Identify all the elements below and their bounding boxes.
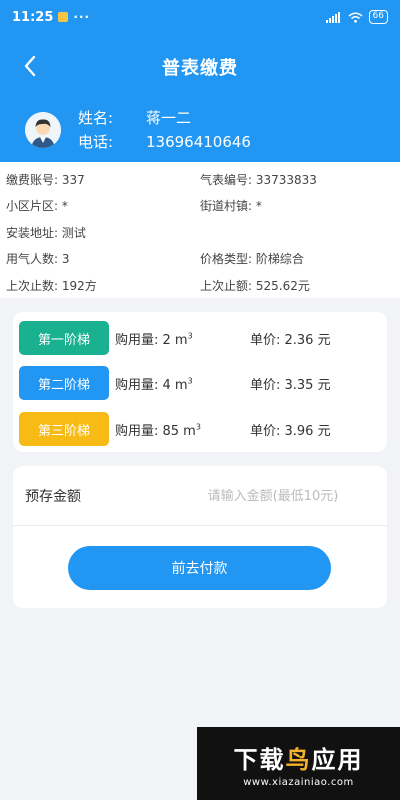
tier-2-unit-sup: 3 [187, 376, 193, 386]
tier-3-amount: 购用量: 85 m3 [115, 420, 201, 439]
signal-icon [325, 11, 340, 23]
tier-1-price: 单价: 2.36 元 [250, 332, 331, 348]
more-notifications-icon: ··· [73, 10, 91, 24]
info-district: 小区片区: * [6, 199, 68, 214]
name-label: 姓名: [78, 109, 114, 127]
page-title: 普表缴费 [162, 58, 238, 79]
user-name-row: 姓名: 蒋一二 [78, 106, 251, 130]
watermark-text-a: 下载 [233, 745, 286, 774]
tier-row-3: 第三阶梯 购用量: 85 m3 单价: 3.96 元 [13, 406, 387, 452]
info-meter-number: 气表编号: 33733833 [200, 172, 317, 187]
info-last-reading: 上次止数: 192方 [6, 278, 97, 293]
phone-label: 电话: [78, 133, 114, 151]
pay-button[interactable]: 前去付款 [68, 546, 331, 590]
tier-3-unit-sup: 3 [195, 422, 201, 432]
deposit-amount-input[interactable] [173, 481, 373, 511]
account-info: 缴费账号: 337 气表编号: 33733833 小区片区: * 街道村镇: *… [0, 162, 400, 298]
battery-icon: 66 [368, 10, 388, 24]
status-time: 11:25 [12, 9, 54, 25]
watermark-text-c: 应用 [311, 745, 364, 774]
info-row: 用气人数: 3 价格类型: 阶梯综合 [0, 246, 400, 273]
user-phone: 13696410646 [146, 133, 251, 151]
tier-1-amount-text: 购用量: 2 m [115, 332, 188, 348]
payment-form: 预存金额 前去付款 [13, 466, 387, 608]
info-row: 小区片区: * 街道村镇: * [0, 193, 400, 220]
wifi-icon [348, 12, 363, 23]
avatar [25, 112, 61, 148]
tier-2-badge: 第二阶梯 [19, 366, 109, 400]
price-tier-card: 第一阶梯 购用量: 2 m3 单价: 2.36 元 第二阶梯 购用量: 4 m3… [13, 312, 387, 452]
info-row: 上次止数: 192方 上次止额: 525.62元 [0, 272, 400, 299]
info-account-number: 缴费账号: 337 [6, 172, 85, 187]
notification-app-icon [58, 12, 69, 22]
tier-1-unit-sup: 3 [187, 331, 193, 341]
header-bar: 11:25 ··· 66 普表缴费 姓名: 蒋一二 电话: 1369641064… [0, 0, 400, 162]
tier-1-badge: 第一阶梯 [19, 321, 109, 355]
status-bar: 11:25 ··· 66 [0, 0, 400, 34]
info-address: 安装地址: 测试 [6, 225, 86, 240]
user-info: 姓名: 蒋一二 电话: 13696410646 [78, 106, 251, 154]
tier-2-amount: 购用量: 4 m3 [115, 374, 193, 393]
tier-row-2: 第二阶梯 购用量: 4 m3 单价: 3.35 元 [13, 360, 387, 406]
watermark-logo: 下载鸟应用 www.xiazainiao.com [197, 727, 400, 800]
tier-2-price: 单价: 3.35 元 [250, 377, 331, 393]
tier-3-price: 单价: 3.96 元 [250, 423, 331, 439]
nav-bar: 普表缴费 [0, 44, 400, 88]
deposit-row: 预存金额 [13, 466, 387, 526]
user-avatar-icon [25, 112, 61, 148]
tier-3-badge: 第三阶梯 [19, 412, 109, 446]
watermark-text-b: 鸟 [285, 745, 312, 774]
user-phone-row: 电话: 13696410646 [78, 130, 251, 154]
info-row: 安装地址: 测试 [0, 219, 400, 246]
tier-2-amount-text: 购用量: 4 m [115, 377, 188, 393]
info-price-type: 价格类型: 阶梯综合 [200, 252, 304, 267]
info-users-count: 用气人数: 3 [6, 252, 70, 267]
info-street: 街道村镇: * [200, 199, 262, 214]
tier-3-amount-text: 购用量: 85 m [115, 423, 196, 439]
watermark-title: 下载鸟应用 [234, 740, 364, 775]
info-row: 缴费账号: 337 气表编号: 33733833 [0, 166, 400, 193]
deposit-label: 预存金额 [25, 488, 81, 505]
tier-row-1: 第一阶梯 购用量: 2 m3 单价: 2.36 元 [13, 315, 387, 361]
info-last-amount: 上次止额: 525.62元 [200, 278, 310, 293]
status-right: 66 [325, 10, 388, 24]
user-name: 蒋一二 [146, 109, 192, 127]
watermark-url: www.xiazainiao.com [243, 776, 354, 788]
status-left: 11:25 ··· [12, 10, 90, 25]
tier-1-amount: 购用量: 2 m3 [115, 329, 193, 348]
